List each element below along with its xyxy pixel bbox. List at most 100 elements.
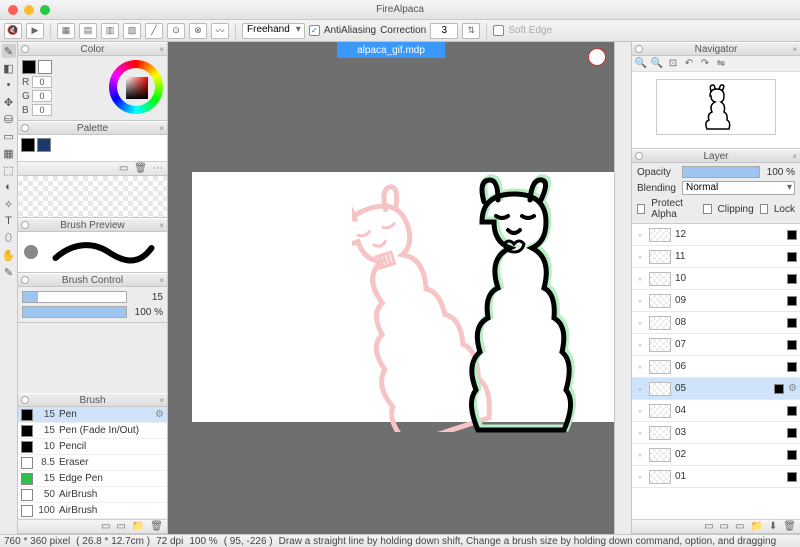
palette-swatch[interactable] (37, 138, 51, 152)
brush-list-item[interactable]: 8.5Eraser (18, 455, 167, 471)
panel-close-icon[interactable]: × (159, 221, 164, 230)
lasso-tool-icon[interactable]: ◐ (2, 180, 16, 194)
brush-dup-icon[interactable]: ▭ (116, 521, 125, 532)
eyedropper-tool-icon[interactable]: ✎ (2, 265, 16, 279)
visibility-icon[interactable]: ◦ (635, 428, 645, 438)
layer-row[interactable]: ◦02 (632, 444, 800, 466)
visibility-icon[interactable]: ◦ (635, 384, 645, 394)
move-tool-icon[interactable]: ✥ (2, 95, 16, 109)
layer-row[interactable]: ◦07 (632, 334, 800, 356)
palette-swatch[interactable] (21, 138, 35, 152)
bg-color-swatch[interactable] (38, 60, 52, 74)
r-input[interactable]: 0 (32, 76, 52, 88)
eraser-tool-icon[interactable]: ◧ (2, 61, 16, 75)
canvas-viewport[interactable]: alpaca_gif.mdp (168, 42, 614, 534)
antialiasing-checkbox[interactable]: ✓ (309, 25, 320, 36)
brush-list-item[interactable]: 15Edge Pen (18, 471, 167, 487)
navigator-thumbnail[interactable] (656, 79, 776, 135)
nav-fit-icon[interactable]: ⊡ (666, 58, 680, 70)
layer-row[interactable]: ◦11 (632, 246, 800, 268)
stepper-icon[interactable]: ⇅ (462, 23, 480, 39)
grid2-icon[interactable]: ▤ (79, 23, 97, 39)
layer-row[interactable]: ◦09 (632, 290, 800, 312)
layer-row[interactable]: ◦10 (632, 268, 800, 290)
visibility-icon[interactable]: ◦ (635, 450, 645, 460)
b-input[interactable]: 0 (32, 104, 52, 116)
brush-opacity-slider[interactable] (22, 306, 127, 318)
color-wheel[interactable] (109, 60, 163, 114)
panel-close-icon[interactable]: × (792, 152, 797, 161)
shape-tool-icon[interactable]: ⬯ (2, 231, 16, 245)
brush-list-item[interactable]: 50AirBrush (18, 487, 167, 503)
gear-icon[interactable]: ⚙ (788, 383, 797, 394)
layer-row[interactable]: ◦04 (632, 400, 800, 422)
layer-row[interactable]: ◦01 (632, 466, 800, 488)
document-tab[interactable]: alpaca_gif.mdp (337, 42, 445, 58)
play-icon[interactable]: ▶ (26, 23, 44, 39)
nav-flip-icon[interactable]: ⇋ (714, 58, 728, 70)
fill-tool-icon[interactable]: ⛁ (2, 112, 16, 126)
visibility-icon[interactable]: ◦ (635, 406, 645, 416)
nav-rotate-r-icon[interactable]: ↷ (698, 58, 712, 70)
add-palette-icon[interactable]: ▭ (119, 163, 128, 174)
nav-zoom-in-icon[interactable]: 🔍 (634, 58, 648, 70)
layer-trash-icon[interactable]: 🗑 (783, 521, 796, 532)
ruler1-icon[interactable]: ╱ (145, 23, 163, 39)
brush-list-item[interactable]: 10Pencil (18, 439, 167, 455)
delete-palette-icon[interactable]: 🗑 (134, 163, 147, 174)
grid1-icon[interactable]: ▦ (57, 23, 75, 39)
color-square[interactable] (126, 77, 148, 99)
bucket-tool-icon[interactable]: ▭ (2, 129, 16, 143)
protect-alpha-checkbox[interactable] (637, 204, 645, 214)
g-input[interactable]: 0 (32, 90, 52, 102)
correction-value[interactable]: 3 (430, 23, 458, 39)
softedge-checkbox[interactable]: ✓ (493, 25, 504, 36)
brush-list-item[interactable]: 15Pen (Fade In/Out) (18, 423, 167, 439)
brush-folder-icon[interactable]: 📁 (132, 521, 144, 532)
brush-trash-icon[interactable]: 🗑 (150, 521, 163, 532)
layer-dup-icon[interactable]: ▭ (735, 521, 744, 532)
curve-icon[interactable]: 〰 (211, 23, 229, 39)
layer-row[interactable]: ◦03 (632, 422, 800, 444)
layer-folder-icon[interactable]: 📁 (750, 521, 762, 532)
visibility-icon[interactable]: ◦ (635, 252, 645, 262)
fg-color-swatch[interactable] (22, 60, 36, 74)
dot-tool-icon[interactable]: • (2, 78, 16, 92)
layer-new2-icon[interactable]: ▭ (720, 521, 729, 532)
grid3-icon[interactable]: ▥ (101, 23, 119, 39)
brush-tool-icon[interactable]: ✎ (2, 44, 16, 58)
visibility-icon[interactable]: ◦ (635, 274, 645, 284)
sound-toggle-icon[interactable]: 🔇 (4, 23, 22, 39)
nav-rotate-l-icon[interactable]: ↶ (682, 58, 696, 70)
panel-close-icon[interactable]: × (159, 276, 164, 285)
gradient-tool-icon[interactable]: ▦ (2, 146, 16, 160)
layer-row[interactable]: ◦12 (632, 224, 800, 246)
grid4-icon[interactable]: ▧ (123, 23, 141, 39)
ruler3-icon[interactable]: ⊗ (189, 23, 207, 39)
visibility-icon[interactable]: ◦ (635, 296, 645, 306)
select-tool-icon[interactable]: ⬚ (2, 163, 16, 177)
ruler2-icon[interactable]: ⊙ (167, 23, 185, 39)
brush-list-item[interactable]: 15Pen⚙ (18, 407, 167, 423)
text-tool-icon[interactable]: T (2, 214, 16, 228)
brush-add-icon[interactable]: ▭ (101, 521, 110, 532)
layer-opacity-slider[interactable] (682, 166, 760, 178)
blending-select[interactable]: Normal (682, 181, 795, 195)
brush-size-slider[interactable] (22, 291, 127, 303)
brush-list-item[interactable]: 100AirBrush (18, 503, 167, 519)
canvas[interactable] (192, 172, 614, 422)
hand-tool-icon[interactable]: ✋ (2, 248, 16, 262)
panel-close-icon[interactable]: × (792, 45, 797, 54)
visibility-icon[interactable]: ◦ (635, 362, 645, 372)
palette-menu-icon[interactable]: ⋯ (153, 163, 163, 174)
layer-row[interactable]: ◦05⚙ (632, 378, 800, 400)
panel-close-icon[interactable]: × (159, 45, 164, 54)
visibility-icon[interactable]: ◦ (635, 230, 645, 240)
panel-close-icon[interactable]: × (159, 124, 164, 133)
visibility-icon[interactable]: ◦ (635, 318, 645, 328)
layer-row[interactable]: ◦06 (632, 356, 800, 378)
lock-checkbox[interactable] (760, 204, 768, 214)
wand-tool-icon[interactable]: ✧ (2, 197, 16, 211)
layer-row[interactable]: ◦08 (632, 312, 800, 334)
layer-new-icon[interactable]: ▭ (704, 521, 713, 532)
